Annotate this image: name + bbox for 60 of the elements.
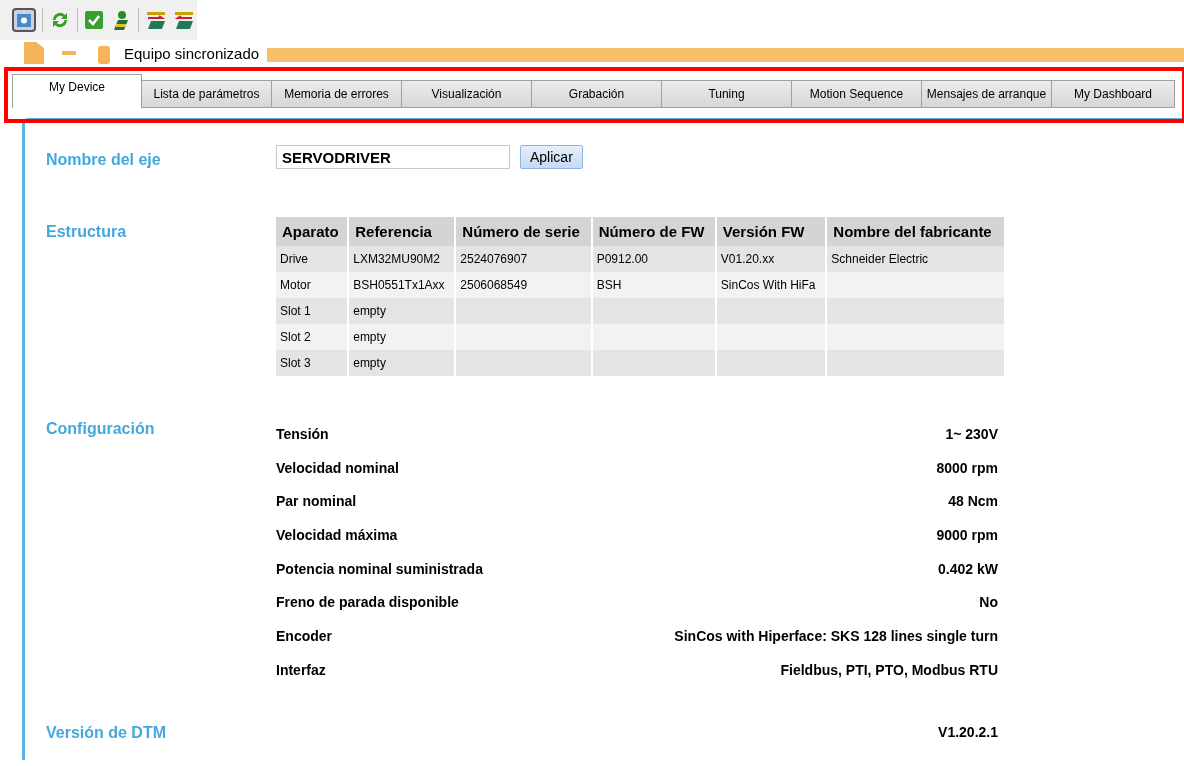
table-cell: Slot 3 [276, 350, 349, 376]
apply-button[interactable]: Aplicar [520, 145, 583, 169]
table-cell: P0912.00 [591, 246, 716, 272]
section-label: Versión de DTM [46, 723, 168, 742]
config-label: Par nominal [276, 493, 357, 510]
column-header: Número de serie [455, 217, 592, 246]
config-label: Interfaz [276, 661, 326, 678]
config-value: No [979, 594, 998, 611]
dtm-version-value: V1.20.2.1 [938, 723, 998, 740]
transfer-device-icon[interactable] [145, 9, 167, 31]
column-header: Aparato [276, 217, 349, 246]
tab[interactable]: Grabación [532, 80, 662, 108]
status-text: Equipo sincronizado [124, 44, 260, 64]
config-label: Velocidad máxima [276, 527, 398, 544]
transfer-pc-icon[interactable] [173, 9, 195, 31]
column-header: Versión FW [715, 217, 827, 246]
table-cell: 2524076907 [455, 246, 592, 272]
tab[interactable]: Motion Sequence [792, 80, 922, 108]
config-value: Fieldbus, PTI, PTO, Modbus RTU [780, 661, 998, 678]
tab[interactable]: Lista de parámetros [142, 80, 272, 108]
column-header: Número de FW [591, 217, 716, 246]
config-label: Encoder [276, 628, 332, 645]
settings-window-icon[interactable] [12, 8, 36, 32]
config-value: 9000 rpm [936, 527, 998, 544]
config-value: 0.402 kW [938, 560, 998, 577]
config-value: SinCos with Hiperface: SKS 128 lines single turn [674, 628, 998, 645]
tab[interactable]: My Device [12, 74, 142, 108]
config-value: 1~ 230V [945, 426, 998, 442]
tab[interactable]: Memoria de errores [272, 80, 402, 108]
table-cell: SinCos With HiFa [715, 272, 827, 298]
config-value: 48 Ncm [948, 493, 998, 510]
column-header: Referencia [348, 217, 456, 246]
table-cell: empty [348, 350, 456, 376]
table-cell: BSH [591, 272, 716, 298]
config-label: Tensión [276, 426, 329, 442]
table-cell: empty [348, 298, 456, 324]
checkmark-icon[interactable] [84, 10, 104, 30]
table-cell: V01.20.xx [715, 246, 827, 272]
tab[interactable]: Visualización [402, 80, 532, 108]
config-label: Freno de parada disponible [276, 594, 459, 611]
table-cell: 2506068549 [455, 272, 592, 298]
table-cell: empty [348, 324, 456, 350]
table-cell: Drive [276, 246, 349, 272]
table-cell: Slot 1 [276, 298, 349, 324]
config-label: Velocidad nominal [276, 459, 399, 476]
table-cell: LXM32MU90M2 [348, 246, 456, 272]
tab[interactable]: Tuning [662, 80, 792, 108]
table-cell: Schneider Electric [826, 246, 1005, 272]
table-cell: Motor [276, 272, 349, 298]
section-label: Nombre del eje [46, 151, 162, 169]
config-label: Potencia nominal suministrada [276, 560, 483, 577]
section-label: Configuración [46, 420, 156, 439]
axis-name-field[interactable]: SERVODRIVER [276, 145, 510, 169]
table-cell: BSH0551Tx1Axx [348, 272, 456, 298]
column-header: Nombre del fabricante [826, 217, 1005, 246]
tab[interactable]: Mensajes de arranque [922, 80, 1052, 108]
section-label: Estructura [46, 223, 128, 242]
config-value: 8000 rpm [936, 459, 998, 476]
tab[interactable]: My Dashboard [1052, 80, 1175, 108]
table-cell: Slot 2 [276, 324, 349, 350]
